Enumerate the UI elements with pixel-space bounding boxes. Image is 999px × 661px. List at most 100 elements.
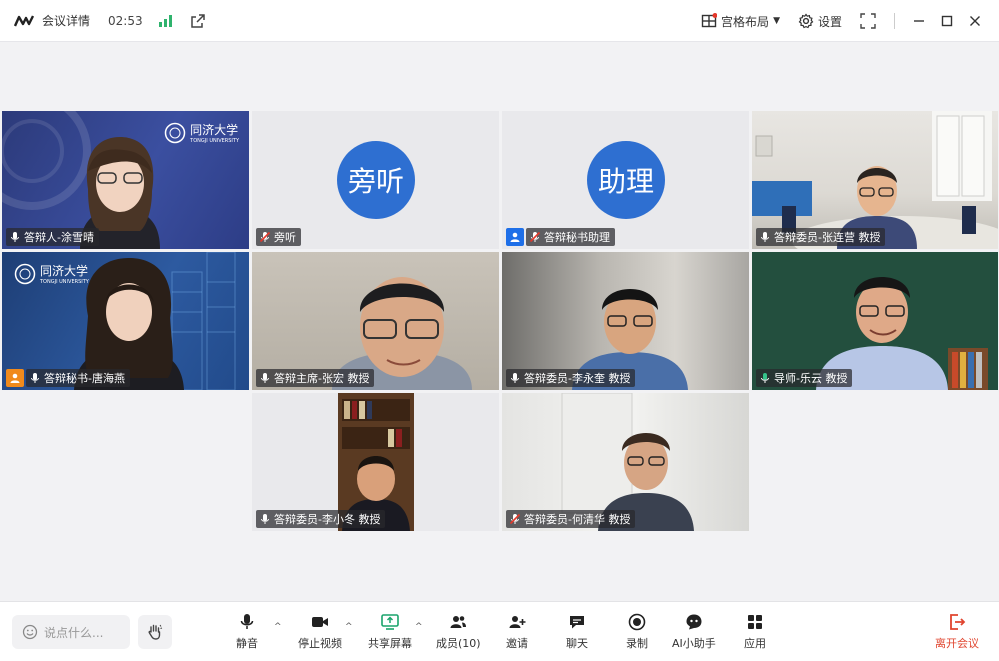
ai-assistant-icon <box>686 614 702 630</box>
mute-options-chevron-icon[interactable]: ^ <box>274 622 282 632</box>
participant-name: 答辩委员-李小冬 教授 <box>274 513 381 526</box>
gear-icon <box>798 13 814 29</box>
video-tile-committee-li-xiaodong[interactable]: 答辩委员-李小冬 教授 <box>252 393 499 531</box>
apps-label: 应用 <box>744 637 766 650</box>
members-label: 成员(10) <box>436 637 481 650</box>
video-tile-committee-he-qinghua[interactable]: 答辩委员-何清华 教授 <box>502 393 749 531</box>
microphone-muted-icon <box>509 513 521 525</box>
video-tile-secretary-assistant[interactable]: 助理 答辩秘书助理 <box>502 111 749 249</box>
minimize-icon[interactable] <box>911 13 927 29</box>
participant-name: 旁听 <box>274 231 296 244</box>
participant-name: 答辩委员-李永奎 教授 <box>524 372 631 385</box>
app-logo-icon <box>14 14 34 26</box>
avatar: 助理 <box>587 141 665 219</box>
participant-name-label: 答辩秘书-唐海燕 <box>26 369 130 387</box>
title-bar: 会议详情 02:53 宫格布局 ▼ 设置 <box>0 0 999 42</box>
chat-placeholder: 说点什么... <box>44 625 104 640</box>
chat-label: 聊天 <box>566 637 588 650</box>
ai-assistant-button[interactable]: AI小助手 <box>672 612 716 651</box>
participant-name-label: 导师-乐云 教授 <box>756 369 853 387</box>
quick-chat-input[interactable]: 说点什么... <box>12 615 130 649</box>
camera-icon <box>312 617 328 627</box>
raise-hand-button[interactable] <box>138 615 172 649</box>
host-badge-icon <box>6 369 24 387</box>
titlebar-divider <box>894 13 895 29</box>
exit-icon <box>950 614 966 630</box>
avatar: 旁听 <box>337 141 415 219</box>
participant-name: 答辩秘书助理 <box>544 231 610 244</box>
participant-name: 答辩主席-张宏 教授 <box>274 372 370 385</box>
microphone-icon <box>31 373 39 383</box>
video-tile-observer[interactable]: 旁听 旁听 <box>252 111 499 249</box>
host-badge-icon <box>506 228 524 246</box>
mute-button[interactable]: 静音 <box>236 612 258 651</box>
grid-layout-icon <box>701 13 718 28</box>
fullscreen-icon[interactable] <box>860 13 876 29</box>
chevron-down-icon: ▼ <box>773 16 780 26</box>
participant-name: 导师-乐云 教授 <box>774 372 848 385</box>
participant-name: 答辩委员-何清华 教授 <box>524 513 631 526</box>
participant-name: 答辩秘书-唐海燕 <box>44 372 125 385</box>
video-tile-advisor-le-yun[interactable]: 导师-乐云 教授 <box>752 252 998 390</box>
invite-label: 邀请 <box>506 637 528 650</box>
participant-name-label: 答辩委员-何清华 教授 <box>506 510 636 528</box>
invite-button[interactable]: 邀请 <box>506 612 528 651</box>
video-tile-secretary-tang-haiyan[interactable]: 同济大学 TONGJI UNIVERSITY 答辩秘书-唐海燕 <box>2 252 249 390</box>
record-button[interactable]: 录制 <box>626 612 648 651</box>
close-icon[interactable] <box>967 13 983 29</box>
participant-name: 答辩人-涂雪晴 <box>24 231 94 244</box>
participant-name-label: 答辩委员-李永奎 教授 <box>506 369 636 387</box>
layout-label: 宫格布局 <box>721 14 770 29</box>
participant-name: 答辩委员-张连营 教授 <box>774 231 881 244</box>
leave-label: 离开会议 <box>935 637 979 650</box>
microphone-icon <box>240 614 254 629</box>
members-icon <box>450 616 467 628</box>
logo-text: 同济大学 <box>190 123 239 137</box>
meeting-timer: 02:53 <box>108 13 143 28</box>
apps-button[interactable]: 应用 <box>744 612 766 651</box>
share-screen-button[interactable]: 共享屏幕 <box>368 612 412 651</box>
chat-button[interactable]: 聊天 <box>566 612 588 651</box>
members-button[interactable]: 成员(10) <box>436 612 481 651</box>
raise-hand-icon <box>148 624 163 640</box>
maximize-icon[interactable] <box>939 13 955 29</box>
video-tile-chair-zhang-hong[interactable]: 答辩主席-张宏 教授 <box>252 252 499 390</box>
signal-strength-icon[interactable] <box>158 14 172 27</box>
microphone-icon <box>511 373 519 383</box>
logo-subtext: TONGJI UNIVERSITY <box>190 138 239 144</box>
leave-meeting-button[interactable]: 离开会议 <box>935 612 979 651</box>
chat-icon <box>570 616 584 629</box>
video-tile-committee-li-yongkui[interactable]: 答辩委员-李永奎 教授 <box>502 252 749 390</box>
record-label: 录制 <box>626 637 648 650</box>
share-options-chevron-icon[interactable]: ^ <box>415 622 423 632</box>
microphone-muted-icon <box>259 231 271 243</box>
stop-video-button[interactable]: 停止视频 <box>298 612 342 651</box>
participant-name-label: 答辩委员-李小冬 教授 <box>256 510 386 528</box>
stop-video-label: 停止视频 <box>298 637 342 650</box>
microphone-icon <box>261 373 269 383</box>
emoji-icon <box>22 624 38 640</box>
share-screen-icon <box>381 614 399 630</box>
participant-name-label: 答辩秘书助理 <box>526 228 615 246</box>
video-tile-defender[interactable]: 同济大学 TONGJI UNIVERSITY 答辩人-涂雪晴 <box>2 111 249 249</box>
participant-name-label: 答辩人-涂雪晴 <box>6 228 99 246</box>
microphone-muted-icon <box>529 231 541 243</box>
record-icon <box>628 613 646 631</box>
video-tile-committee-zhang-lianying[interactable]: 答辩委员-张连营 教授 <box>752 111 998 249</box>
bottom-toolbar: 说点什么... 静音 ^ 停止视频 ^ 共享屏幕 ^ 成员(10) 邀请 聊天 … <box>0 601 999 661</box>
meeting-details-link[interactable]: 会议详情 <box>42 12 90 29</box>
participant-name-label: 旁听 <box>256 228 301 246</box>
layout-button[interactable]: 宫格布局 ▼ <box>701 13 780 30</box>
microphone-speaking-icon <box>761 373 769 383</box>
settings-button[interactable]: 设置 <box>798 13 842 30</box>
video-options-chevron-icon[interactable]: ^ <box>345 622 353 632</box>
add-user-icon <box>509 616 526 628</box>
participant-name-label: 答辩主席-张宏 教授 <box>256 369 375 387</box>
seal-icon <box>14 263 36 284</box>
microphone-icon <box>761 232 769 242</box>
share-label: 共享屏幕 <box>368 637 412 650</box>
ai-assistant-label: AI小助手 <box>672 637 716 650</box>
apps-grid-icon <box>748 615 762 629</box>
participant-name-label: 答辩委员-张连营 教授 <box>756 228 886 246</box>
external-share-icon[interactable] <box>190 13 206 29</box>
